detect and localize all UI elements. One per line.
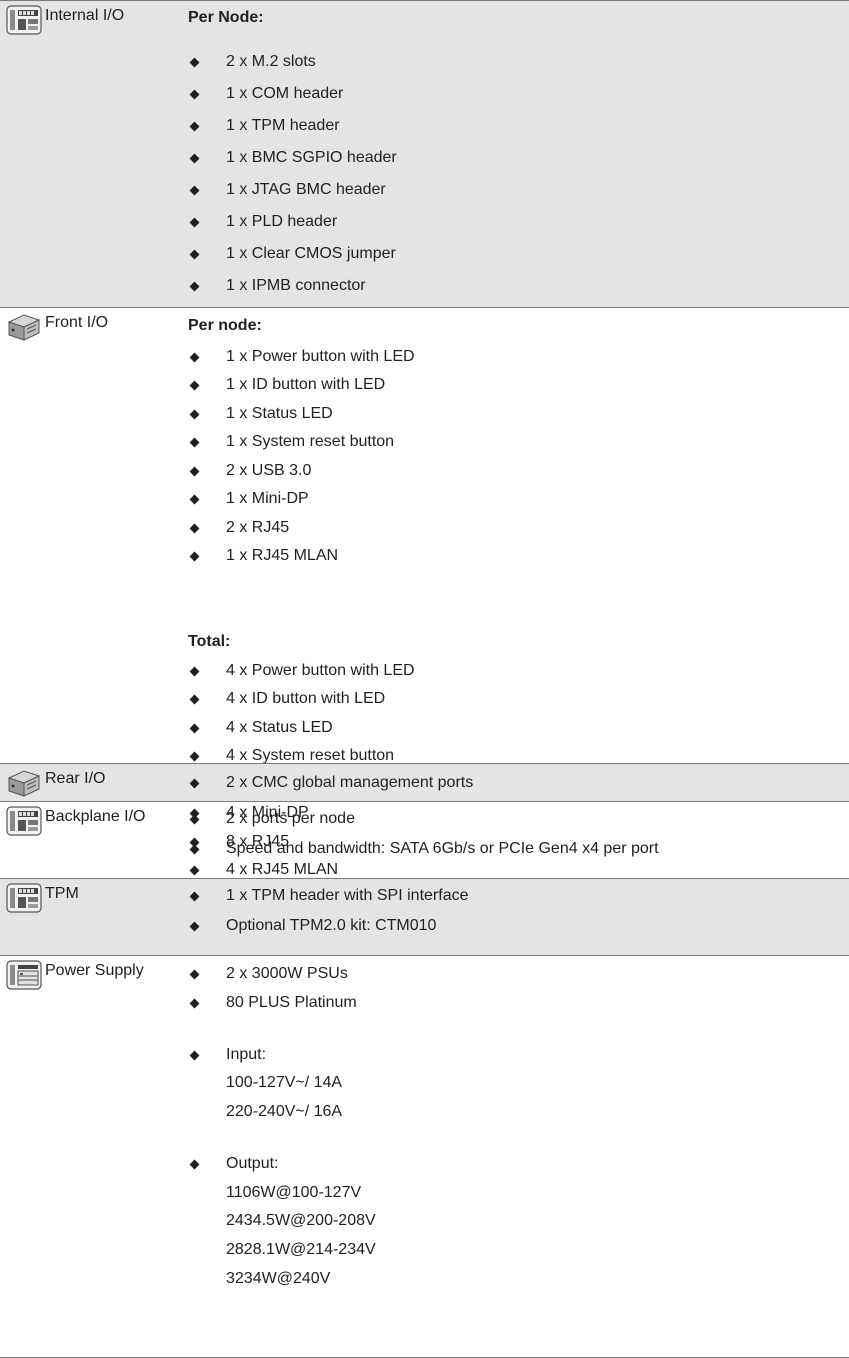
diamond-bullet-icon (189, 89, 200, 100)
diamond-bullet-icon (189, 778, 200, 789)
section-heading: Per Node: (188, 9, 264, 26)
spec-list-item-text: 2 x USB 3.0 (226, 462, 312, 479)
diamond-bullet-icon (189, 437, 200, 448)
diamond-bullet-icon (189, 494, 200, 505)
spec-row-label: Rear I/O (45, 770, 106, 787)
diamond-bullet-icon (189, 57, 200, 68)
diamond-bullet-icon (189, 891, 200, 902)
spec-row-power-supply: Power Supply 2 x 3000W PSUs 80 PLUS Platin… (0, 955, 849, 1357)
spec-row-rear-i-o: Rear I/O 2 x CMC global management ports (0, 763, 849, 801)
server-chassis-icon (6, 768, 42, 798)
spec-list-item-text: 2 x 3000W PSUs (226, 965, 348, 982)
spec-row-header: Power Supply (6, 960, 144, 990)
spec-list-item-text: Speed and bandwidth: SATA 6Gb/s or PCIe … (226, 840, 659, 857)
io-port-panel-icon (6, 806, 42, 836)
spec-row-label: Internal I/O (45, 7, 125, 24)
spec-list-item-text: 1 x IPMB connector (226, 277, 366, 294)
spec-row-content: 1 x TPM header with SPI interface Optiona… (188, 879, 839, 955)
spec-value-line: 1106W@100-127V (226, 1184, 362, 1201)
spec-list-item-text: 2 x RJ45 (226, 519, 290, 536)
diamond-bullet-icon (189, 523, 200, 534)
diamond-bullet-icon (189, 694, 200, 705)
diamond-bullet-icon (189, 723, 200, 734)
io-port-panel-icon (6, 5, 42, 35)
spec-list-item-text: Input: (226, 1046, 267, 1063)
section-heading: Per node: (188, 317, 262, 334)
spec-list-item-text: 1 x Clear CMOS jumper (226, 245, 396, 262)
diamond-bullet-icon (189, 380, 200, 391)
spec-list-item-text: 1 x RJ45 MLAN (226, 547, 339, 564)
spec-list-item-text: 1 x Mini-DP (226, 490, 309, 507)
spec-value-line: 2434.5W@200-208V (226, 1212, 376, 1229)
spec-row-backplane-i-o: Backplane I/O 2 x ports per node Speed and… (0, 801, 849, 878)
diamond-bullet-icon (189, 185, 200, 196)
spec-row-content: 2 x CMC global management ports (188, 764, 839, 801)
spec-row-content: Per Node: 2 x M.2 slots 1 x COM header 1 x … (188, 1, 839, 307)
spec-row-label: Backplane I/O (45, 808, 146, 825)
spec-row-header: TPM (6, 883, 79, 913)
diamond-bullet-icon (189, 921, 200, 932)
spec-row-header: Backplane I/O (6, 806, 146, 836)
spec-row-content: Per node: 1 x Power button with LED 1 x ID… (188, 308, 839, 878)
spec-list-item-text: 4 x Power button with LED (226, 662, 415, 679)
spec-list-item-text: 2 x CMC global management ports (226, 774, 474, 791)
diamond-bullet-icon (189, 666, 200, 677)
spec-list-item-text: 1 x Status LED (226, 405, 333, 422)
spec-list-item-text: 1 x System reset button (226, 433, 395, 450)
io-port-panel-icon (6, 883, 42, 913)
spec-value-line: 3234W@240V (226, 1270, 331, 1287)
diamond-bullet-icon (189, 1050, 200, 1061)
diamond-bullet-icon (189, 249, 200, 260)
spec-list-item-text: 1 x PLD header (226, 213, 338, 230)
spec-list-item-text: 2 x M.2 slots (226, 53, 316, 70)
spec-row-front-i-o: Front I/O Per node: 1 x Power button with … (0, 307, 849, 878)
diamond-bullet-icon (189, 466, 200, 477)
spec-list-item-text: 1 x ID button with LED (226, 376, 386, 393)
spec-row-header: Internal I/O (6, 5, 124, 35)
spec-row-internal-i-o: Internal I/O Per Node: 2 x M.2 slots 1 x CO… (0, 0, 849, 307)
diamond-bullet-icon (189, 751, 200, 762)
diamond-bullet-icon (189, 814, 200, 825)
spec-row-label: TPM (45, 885, 79, 902)
diamond-bullet-icon (189, 217, 200, 228)
spec-list-item-text: 80 PLUS Platinum (226, 994, 357, 1011)
spec-list-item-text: 1 x COM header (226, 85, 344, 102)
diamond-bullet-icon (189, 1159, 200, 1170)
diamond-bullet-icon (189, 121, 200, 132)
spec-row-label: Front I/O (45, 314, 109, 331)
spec-row-content: 2 x ports per node Speed and bandwidth: S… (188, 802, 839, 878)
server-chassis-icon (6, 312, 42, 342)
spec-row-label: Power Supply (45, 962, 144, 979)
diamond-bullet-icon (189, 153, 200, 164)
diamond-bullet-icon (189, 998, 200, 1009)
spec-row-header: Rear I/O (6, 768, 105, 798)
spec-list-item-text: 1 x Power button with LED (226, 348, 415, 365)
diamond-bullet-icon (189, 352, 200, 363)
diamond-bullet-icon (189, 409, 200, 420)
diamond-bullet-icon (189, 281, 200, 292)
spec-list-item-text: 1 x JTAG BMC header (226, 181, 386, 198)
diamond-bullet-icon (189, 551, 200, 562)
diamond-bullet-icon (189, 969, 200, 980)
spec-list-item-text: 1 x TPM header with SPI interface (226, 887, 469, 904)
spec-value-line: 100-127V~/ 14A (226, 1074, 343, 1091)
power-supply-icon (6, 960, 42, 990)
spec-list-item-text: 1 x BMC SGPIO header (226, 149, 397, 166)
spec-list-item-text: 4 x Status LED (226, 719, 333, 736)
spec-value-line: 2828.1W@214-234V (226, 1241, 376, 1258)
diamond-bullet-icon (189, 844, 200, 855)
spec-list-item-text: 1 x TPM header (226, 117, 340, 134)
spec-row-content: 2 x 3000W PSUs 80 PLUS Platinum Input: 100-… (188, 956, 839, 1357)
spec-value-line: 220-240V~/ 16A (226, 1103, 343, 1120)
spec-list-item-text: Optional TPM2.0 kit: CTM010 (226, 917, 437, 934)
section-heading: Total: (188, 633, 231, 650)
spec-row-tpm: TPM 1 x TPM header with SPI interface Opti… (0, 878, 849, 955)
spec-list-item-text: 4 x ID button with LED (226, 690, 386, 707)
spec-list-item-text: 2 x ports per node (226, 810, 355, 827)
spec-row-header: Front I/O (6, 312, 108, 342)
spec-list-item-text: Output: (226, 1155, 279, 1172)
